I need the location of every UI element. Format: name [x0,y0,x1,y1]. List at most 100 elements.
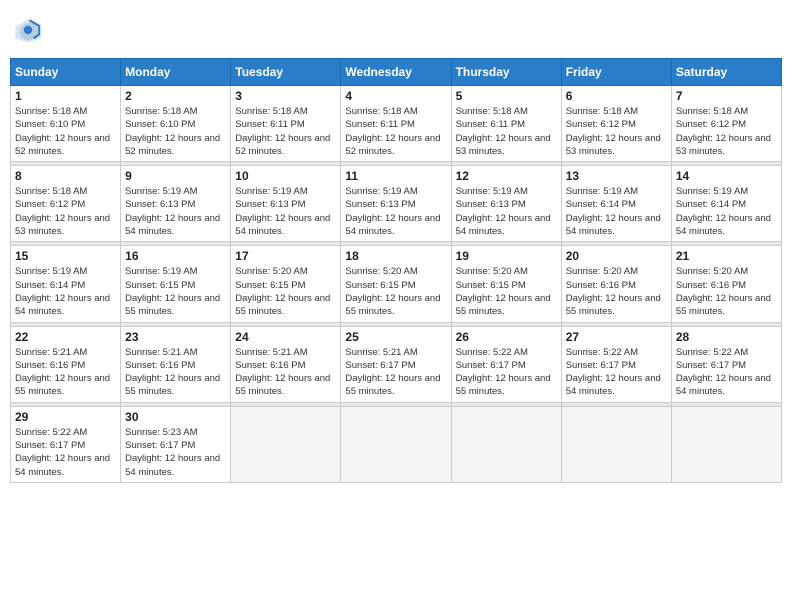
day-cell: 14 Sunrise: 5:19 AMSunset: 6:14 PMDaylig… [671,166,781,242]
day-cell: 21 Sunrise: 5:20 AMSunset: 6:16 PMDaylig… [671,246,781,322]
day-cell: 26 Sunrise: 5:22 AMSunset: 6:17 PMDaylig… [451,326,561,402]
day-info: Sunrise: 5:21 AMSunset: 6:16 PMDaylight:… [125,346,226,399]
weekday-header-thursday: Thursday [451,59,561,86]
day-number: 10 [235,169,336,183]
day-info: Sunrise: 5:18 AMSunset: 6:12 PMDaylight:… [15,185,116,238]
week-row-2: 8 Sunrise: 5:18 AMSunset: 6:12 PMDayligh… [11,166,782,242]
day-info: Sunrise: 5:21 AMSunset: 6:16 PMDaylight:… [15,346,116,399]
day-cell: 18 Sunrise: 5:20 AMSunset: 6:15 PMDaylig… [341,246,451,322]
day-cell [561,406,671,482]
day-cell [671,406,781,482]
day-info: Sunrise: 5:19 AMSunset: 6:13 PMDaylight:… [235,185,336,238]
day-number: 19 [456,249,557,263]
day-cell: 28 Sunrise: 5:22 AMSunset: 6:17 PMDaylig… [671,326,781,402]
day-info: Sunrise: 5:18 AMSunset: 6:11 PMDaylight:… [456,105,557,158]
day-number: 6 [566,89,667,103]
day-cell: 22 Sunrise: 5:21 AMSunset: 6:16 PMDaylig… [11,326,121,402]
day-number: 27 [566,330,667,344]
day-info: Sunrise: 5:18 AMSunset: 6:12 PMDaylight:… [566,105,667,158]
day-number: 7 [676,89,777,103]
day-cell: 4 Sunrise: 5:18 AMSunset: 6:11 PMDayligh… [341,86,451,162]
day-cell: 23 Sunrise: 5:21 AMSunset: 6:16 PMDaylig… [121,326,231,402]
day-info: Sunrise: 5:20 AMSunset: 6:15 PMDaylight:… [235,265,336,318]
weekday-header-sunday: Sunday [11,59,121,86]
day-number: 24 [235,330,336,344]
day-cell: 30 Sunrise: 5:23 AMSunset: 6:17 PMDaylig… [121,406,231,482]
day-number: 13 [566,169,667,183]
day-info: Sunrise: 5:20 AMSunset: 6:15 PMDaylight:… [456,265,557,318]
weekday-header-tuesday: Tuesday [231,59,341,86]
day-number: 17 [235,249,336,263]
day-cell [451,406,561,482]
weekday-header-monday: Monday [121,59,231,86]
day-number: 15 [15,249,116,263]
day-info: Sunrise: 5:23 AMSunset: 6:17 PMDaylight:… [125,426,226,479]
day-number: 25 [345,330,446,344]
day-cell: 19 Sunrise: 5:20 AMSunset: 6:15 PMDaylig… [451,246,561,322]
day-number: 21 [676,249,777,263]
weekday-header-wednesday: Wednesday [341,59,451,86]
day-info: Sunrise: 5:19 AMSunset: 6:15 PMDaylight:… [125,265,226,318]
day-info: Sunrise: 5:20 AMSunset: 6:16 PMDaylight:… [566,265,667,318]
day-cell: 3 Sunrise: 5:18 AMSunset: 6:11 PMDayligh… [231,86,341,162]
day-cell: 5 Sunrise: 5:18 AMSunset: 6:11 PMDayligh… [451,86,561,162]
day-number: 16 [125,249,226,263]
day-cell [341,406,451,482]
day-cell: 27 Sunrise: 5:22 AMSunset: 6:17 PMDaylig… [561,326,671,402]
day-cell: 9 Sunrise: 5:19 AMSunset: 6:13 PMDayligh… [121,166,231,242]
day-cell: 12 Sunrise: 5:19 AMSunset: 6:13 PMDaylig… [451,166,561,242]
page-header [10,10,782,50]
day-info: Sunrise: 5:22 AMSunset: 6:17 PMDaylight:… [566,346,667,399]
day-number: 1 [15,89,116,103]
day-number: 8 [15,169,116,183]
day-info: Sunrise: 5:18 AMSunset: 6:11 PMDaylight:… [235,105,336,158]
day-number: 26 [456,330,557,344]
day-info: Sunrise: 5:19 AMSunset: 6:13 PMDaylight:… [125,185,226,238]
weekday-header-row: SundayMondayTuesdayWednesdayThursdayFrid… [11,59,782,86]
day-cell: 24 Sunrise: 5:21 AMSunset: 6:16 PMDaylig… [231,326,341,402]
day-number: 30 [125,410,226,424]
day-info: Sunrise: 5:22 AMSunset: 6:17 PMDaylight:… [15,426,116,479]
day-number: 22 [15,330,116,344]
day-cell: 8 Sunrise: 5:18 AMSunset: 6:12 PMDayligh… [11,166,121,242]
day-info: Sunrise: 5:22 AMSunset: 6:17 PMDaylight:… [676,346,777,399]
day-info: Sunrise: 5:21 AMSunset: 6:16 PMDaylight:… [235,346,336,399]
week-row-3: 15 Sunrise: 5:19 AMSunset: 6:14 PMDaylig… [11,246,782,322]
day-cell: 1 Sunrise: 5:18 AMSunset: 6:10 PMDayligh… [11,86,121,162]
day-cell: 15 Sunrise: 5:19 AMSunset: 6:14 PMDaylig… [11,246,121,322]
calendar-table: SundayMondayTuesdayWednesdayThursdayFrid… [10,58,782,483]
logo-icon [14,16,42,44]
day-number: 2 [125,89,226,103]
day-number: 23 [125,330,226,344]
day-number: 14 [676,169,777,183]
day-number: 9 [125,169,226,183]
day-cell [231,406,341,482]
day-number: 3 [235,89,336,103]
day-info: Sunrise: 5:19 AMSunset: 6:14 PMDaylight:… [566,185,667,238]
week-row-5: 29 Sunrise: 5:22 AMSunset: 6:17 PMDaylig… [11,406,782,482]
day-info: Sunrise: 5:20 AMSunset: 6:15 PMDaylight:… [345,265,446,318]
day-info: Sunrise: 5:18 AMSunset: 6:12 PMDaylight:… [676,105,777,158]
day-cell: 10 Sunrise: 5:19 AMSunset: 6:13 PMDaylig… [231,166,341,242]
day-number: 29 [15,410,116,424]
day-cell: 11 Sunrise: 5:19 AMSunset: 6:13 PMDaylig… [341,166,451,242]
day-info: Sunrise: 5:20 AMSunset: 6:16 PMDaylight:… [676,265,777,318]
day-cell: 6 Sunrise: 5:18 AMSunset: 6:12 PMDayligh… [561,86,671,162]
day-info: Sunrise: 5:19 AMSunset: 6:14 PMDaylight:… [676,185,777,238]
week-row-4: 22 Sunrise: 5:21 AMSunset: 6:16 PMDaylig… [11,326,782,402]
day-info: Sunrise: 5:18 AMSunset: 6:10 PMDaylight:… [125,105,226,158]
day-number: 4 [345,89,446,103]
day-cell: 13 Sunrise: 5:19 AMSunset: 6:14 PMDaylig… [561,166,671,242]
day-info: Sunrise: 5:19 AMSunset: 6:14 PMDaylight:… [15,265,116,318]
day-info: Sunrise: 5:18 AMSunset: 6:10 PMDaylight:… [15,105,116,158]
day-number: 12 [456,169,557,183]
week-row-1: 1 Sunrise: 5:18 AMSunset: 6:10 PMDayligh… [11,86,782,162]
weekday-header-friday: Friday [561,59,671,86]
day-cell: 17 Sunrise: 5:20 AMSunset: 6:15 PMDaylig… [231,246,341,322]
day-cell: 20 Sunrise: 5:20 AMSunset: 6:16 PMDaylig… [561,246,671,322]
day-cell: 2 Sunrise: 5:18 AMSunset: 6:10 PMDayligh… [121,86,231,162]
day-info: Sunrise: 5:18 AMSunset: 6:11 PMDaylight:… [345,105,446,158]
day-info: Sunrise: 5:19 AMSunset: 6:13 PMDaylight:… [345,185,446,238]
day-cell: 29 Sunrise: 5:22 AMSunset: 6:17 PMDaylig… [11,406,121,482]
day-info: Sunrise: 5:21 AMSunset: 6:17 PMDaylight:… [345,346,446,399]
